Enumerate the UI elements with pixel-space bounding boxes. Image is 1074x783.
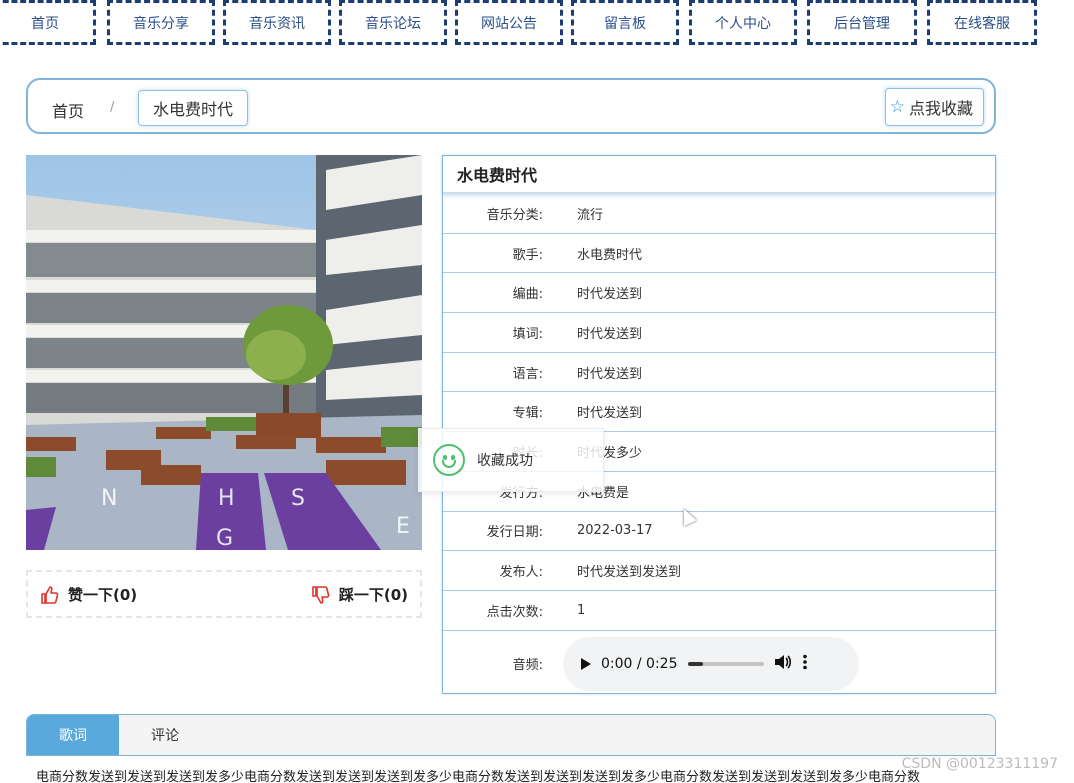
success-toast: 收藏成功 — [418, 428, 604, 492]
detail-row-label: 发布人: — [499, 565, 543, 581]
dislike-button[interactable]: 踩一下(0) — [311, 584, 408, 605]
detail-row: 歌手: 水电费时代 — [443, 234, 995, 274]
breadcrumb-separator: / — [110, 100, 115, 115]
toast-message: 收藏成功 — [477, 453, 533, 469]
detail-row: 点击次数: 1 — [443, 591, 995, 631]
favorite-button[interactable]: ☆ 点我收藏 — [884, 88, 984, 126]
detail-row: 填词: 时代发送到 — [443, 313, 995, 353]
audio-time: 0:00 / 0:25 — [601, 655, 678, 672]
detail-row: 音乐分类: 流行 — [443, 194, 995, 234]
content-tabs: 歌词 评论 — [26, 714, 996, 756]
detail-row-label: 发行日期: — [486, 525, 543, 541]
audio-volume-fill — [687, 661, 703, 666]
top-nav: 首页 音乐分享 音乐资讯 音乐论坛 网站公告 留言板 个人中心 后台管理 在线客… — [0, 0, 1074, 48]
detail-row-label: 语言: — [512, 366, 543, 382]
detail-row-value: 1 — [577, 602, 586, 618]
detail-row-label: 专辑: — [512, 406, 543, 422]
nav-item-online-service[interactable]: 在线客服 — [927, 0, 1037, 45]
nav-item-music-share[interactable]: 音乐分享 — [107, 0, 215, 45]
detail-row-value: 时代发送到发送到 — [577, 565, 682, 581]
song-cover-image: N H S G E — [26, 155, 422, 550]
thumbs-down-icon — [312, 585, 330, 604]
favorite-button-label: 点我收藏 — [908, 99, 973, 118]
more-options-icon[interactable] — [802, 654, 808, 674]
audio-row: 音频: 0:00 / 0:25 — [443, 631, 995, 697]
detail-row-label: 音乐分类: — [486, 207, 543, 223]
nav-item-admin[interactable]: 后台管理 — [807, 0, 917, 45]
detail-row-value: 时代发送到 — [577, 366, 643, 382]
nav-item-announcements[interactable]: 网站公告 — [455, 0, 563, 45]
smile-icon — [433, 444, 465, 476]
breadcrumb-home-link[interactable]: 首页 — [52, 98, 84, 122]
breadcrumb: 首页 / 水电费时代 ☆ 点我收藏 — [26, 78, 996, 134]
svg-text:N: N — [101, 486, 117, 511]
detail-row: 专辑: 时代发送到 — [443, 392, 995, 433]
detail-row-label: 填词: — [512, 326, 543, 342]
song-title: 水电费时代 — [443, 156, 995, 194]
dislike-label: 踩一下(0) — [338, 586, 408, 604]
nav-item-personal-center[interactable]: 个人中心 — [689, 0, 797, 45]
detail-row-label: 歌手: — [512, 247, 543, 263]
svg-text:H: H — [218, 486, 235, 511]
detail-row-value: 流行 — [577, 207, 604, 223]
like-button[interactable]: 赞一下(0) — [40, 584, 137, 605]
detail-row-label: 编曲: — [512, 287, 543, 303]
detail-row: 语言: 时代发送到 — [443, 353, 995, 393]
svg-text:G: G — [216, 526, 233, 550]
detail-rows: 音乐分类: 流行 歌手: 水电费时代 编曲: 时代发送到 填词: 时代发送到 语言: 时代发送到专… — [443, 194, 995, 631]
star-outline-icon: ☆ — [889, 97, 905, 117]
vote-bar: 赞一下(0) 踩一下(0) — [26, 570, 422, 618]
audio-player[interactable]: 0:00 / 0:25 — [563, 636, 859, 691]
detail-row-label: 点击次数: — [486, 604, 543, 620]
volume-icon[interactable] — [774, 654, 792, 674]
svg-text:E: E — [396, 514, 410, 539]
audio-label: 音频: — [512, 658, 543, 674]
detail-row: 发行日期: 2022-03-17 — [443, 512, 995, 552]
detail-row-value: 水电费时代 — [577, 247, 643, 263]
lyrics-text: 电商分数发送到发送到发送到发多少电商分数发送到发送到发送到发多少电商分数发送到发… — [36, 770, 921, 783]
breadcrumb-current: 水电费时代 — [138, 90, 249, 126]
detail-row-value: 2022-03-17 — [577, 523, 653, 539]
play-icon[interactable] — [581, 657, 591, 670]
tab-comments[interactable]: 评论 — [119, 715, 211, 755]
detail-row-value: 时代发送到 — [577, 287, 643, 303]
audio-volume-slider[interactable] — [687, 661, 764, 666]
nav-item-home[interactable]: 首页 — [0, 0, 96, 45]
thumbs-up-icon — [41, 585, 59, 604]
detail-row: 发布人: 时代发送到发送到 — [443, 551, 995, 591]
detail-row-value: 时代发送到 — [577, 326, 643, 342]
svg-text:S: S — [291, 486, 305, 511]
song-details-panel: 水电费时代 音乐分类: 流行 歌手: 水电费时代 编曲: 时代发送到 填词: 时代发送到 语言:… — [442, 155, 996, 694]
tab-lyrics[interactable]: 歌词 — [27, 715, 119, 755]
nav-item-music-forum[interactable]: 音乐论坛 — [339, 0, 447, 45]
watermark: CSDN @00123311197 — [901, 756, 1058, 772]
nav-item-music-news[interactable]: 音乐资讯 — [223, 0, 331, 45]
detail-row-value: 时代发送到 — [577, 406, 643, 422]
detail-row: 编曲: 时代发送到 — [443, 273, 995, 314]
like-label: 赞一下(0) — [68, 586, 138, 604]
nav-item-message-board[interactable]: 留言板 — [571, 0, 679, 45]
